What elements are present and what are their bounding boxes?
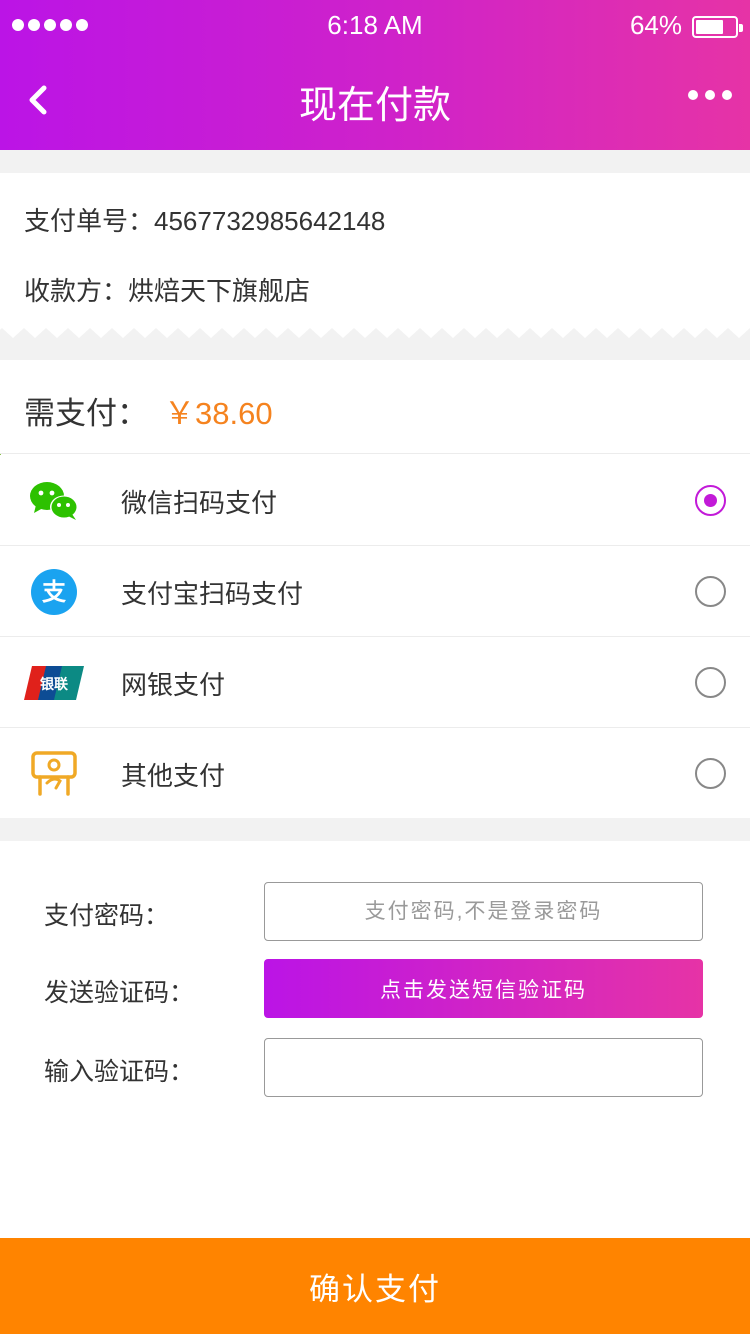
alipay-icon: 支	[24, 564, 84, 620]
order-number-label: 支付单号：	[24, 206, 155, 236]
verification-form: 支付密码： 发送验证码： 点击发送短信验证码 输入验证码：	[0, 841, 750, 1238]
cash-hand-icon	[24, 746, 84, 802]
payee-label: 收款方：	[24, 276, 129, 306]
payment-option-label: 网银支付	[121, 670, 226, 700]
page-title: 现在付款	[298, 85, 451, 127]
status-bar: 6:18 AM 64%	[0, 0, 750, 52]
payment-option-label: 其他支付	[121, 761, 226, 791]
amount-label: 需支付：	[24, 396, 148, 431]
order-number-value: 4567732985642148	[154, 206, 386, 236]
order-number-line: 支付单号：4567732985642148	[24, 201, 385, 238]
send-sms-code-button[interactable]: 点击发送短信验证码	[264, 959, 703, 1018]
unionpay-icon: 银联	[24, 655, 84, 711]
battery-icon	[692, 16, 743, 38]
payment-option-unionpay[interactable]: 银联 网银支付	[0, 637, 750, 728]
radio-selected[interactable]	[695, 485, 726, 516]
payment-option-alipay[interactable]: 支 支付宝扫码支付	[0, 546, 750, 637]
payment-option-label: 支付宝扫码支付	[121, 579, 304, 609]
wechat-icon	[24, 473, 84, 529]
amount-row: 需支付： ￥38.60	[0, 360, 750, 454]
payment-option-wechat[interactable]: 微信扫码支付	[0, 455, 750, 546]
more-button[interactable]	[688, 90, 732, 100]
app-header: 6:18 AM 64% 现在付款	[0, 0, 750, 150]
send-code-label: 发送验证码：	[44, 979, 195, 1007]
payee-line: 收款方：烘焙天下旗舰店	[24, 271, 310, 308]
radio-unselected[interactable]	[695, 576, 726, 607]
radio-unselected[interactable]	[695, 758, 726, 789]
amount-value: ￥38.60	[164, 396, 273, 431]
radio-unselected[interactable]	[695, 667, 726, 698]
payment-password-input[interactable]	[264, 882, 703, 941]
input-code-label: 输入验证码：	[44, 1058, 195, 1086]
payment-option-other[interactable]: 其他支付	[0, 728, 750, 819]
section-divider	[0, 818, 750, 841]
battery-percentage: 64%	[629, 10, 682, 40]
receipt-zigzag-edge	[0, 318, 750, 360]
section-divider	[0, 150, 750, 173]
verification-code-input[interactable]	[264, 1038, 703, 1097]
order-info-card: 支付单号：4567732985642148 收款方：烘焙天下旗舰店	[0, 173, 750, 333]
payment-option-label: 微信扫码支付	[121, 488, 278, 518]
payee-value: 烘焙天下旗舰店	[128, 276, 311, 306]
confirm-payment-button[interactable]: 确认支付	[0, 1238, 750, 1334]
svg-text:支: 支	[42, 578, 67, 606]
more-dots-icon	[688, 90, 698, 100]
password-label: 支付密码：	[44, 902, 170, 930]
svg-text:银联: 银联	[40, 676, 69, 693]
